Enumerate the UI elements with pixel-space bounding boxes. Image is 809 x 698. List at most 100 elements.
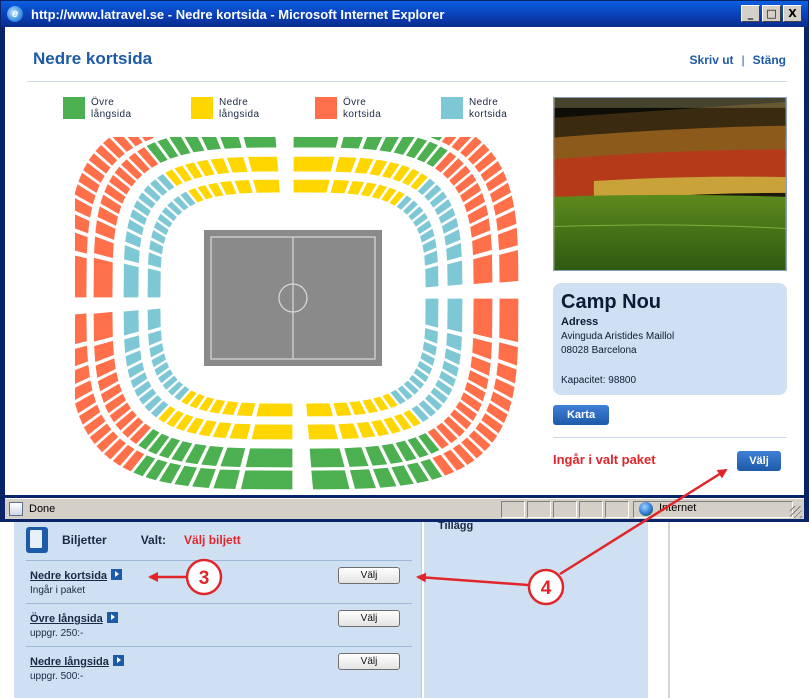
ticket-row: Nedre långsida uppgr. 500:- Välj [26,646,412,688]
popup-content: Nedre kortsida Skriv ut | Stäng Övre lån… [5,27,804,495]
seat-section[interactable] [424,297,440,330]
legend-label: Nedre långsida [219,97,260,120]
legend-item: Övre kortsida [315,97,381,121]
select-ticket-button[interactable]: Välj [338,567,400,584]
legend-swatch [441,97,463,119]
seat-section[interactable] [424,264,440,289]
legend-swatch [315,97,337,119]
seat-section[interactable] [75,253,88,299]
screen: Tillägg Biljetter Valt: Välj biljett Ned… [0,0,809,698]
selected-label: Valt: [140,533,167,547]
stadium-photo [553,97,787,271]
legend-label: Nedre kortsida [469,97,508,120]
window-controls: _ □ X [741,5,802,22]
status-cell [501,501,525,518]
seat-section[interactable] [75,312,89,347]
seat-section[interactable] [92,256,114,299]
zone-cell [633,501,793,518]
seat-section[interactable] [333,155,359,174]
close-button[interactable]: X [783,5,802,22]
address-line: Avinguda Aristides Maillol [561,331,675,342]
globe-icon [639,502,653,516]
seat-section[interactable] [92,310,115,344]
ticket-note: uppgr. 500:- [30,671,84,682]
tickets-heading: Biljetter [62,533,107,547]
seat-section[interactable] [446,297,464,334]
seat-section[interactable] [239,469,294,491]
capacity: Kapacitet: 98800 [561,375,637,386]
stadium-seating-map[interactable] [75,137,535,495]
seat-section[interactable] [254,402,294,418]
status-text: Done [29,503,56,515]
selected-value: Välj biljett [184,533,241,547]
window-title: http://www.latravel.se - Nedre kortsida … [31,6,445,22]
ticket-note: uppgr. 250:- [30,628,84,639]
stadium-info-box: Camp Nou Adress Avinguda Aristides Maill… [553,283,787,395]
legend-item: Övre långsida [63,97,131,121]
seat-section[interactable] [241,137,278,149]
select-ticket-button[interactable]: Välj [338,653,400,670]
legend-label: Övre långsida [91,97,132,120]
map-button[interactable]: Karta [553,405,609,425]
status-cell [579,501,603,518]
seat-section[interactable] [445,258,464,288]
minimize-button[interactable]: _ [741,5,760,22]
seat-section[interactable] [122,262,140,299]
seat-section[interactable] [306,423,340,441]
page-right-border [668,520,670,698]
seat-section[interactable] [244,447,294,469]
seat-section[interactable] [251,178,282,194]
ticket-row: Övre långsida uppgr. 250:- Välj [26,603,412,645]
extras-panel [424,520,648,698]
legend-swatch [191,97,213,119]
arrow-right-icon [112,655,124,666]
ticket-link-ovre-langsida[interactable]: Övre långsida [30,612,118,625]
status-cell [605,501,629,518]
seat-section[interactable] [498,297,520,344]
select-ticket-button[interactable]: Välj [338,610,400,627]
seat-section[interactable] [211,468,242,491]
seat-section[interactable] [227,422,253,441]
arrow-right-icon [111,569,123,580]
seat-section[interactable] [146,307,162,332]
tickets-header: Biljetter Valt: Välj biljett [26,524,410,556]
arrow-right-icon [106,612,118,623]
seat-section[interactable] [310,469,352,491]
seat-section[interactable] [308,447,347,469]
zone-text: Internet [659,502,697,514]
maximize-button[interactable]: □ [762,5,781,22]
seat-section[interactable] [122,308,141,338]
select-button[interactable]: Välj [737,451,781,471]
seat-section[interactable] [246,155,280,173]
close-link[interactable]: Stäng [753,53,786,67]
window-titlebar[interactable]: e http://www.latravel.se - Nedre kortsid… [1,1,808,27]
resize-grip[interactable] [790,506,802,518]
seat-section[interactable] [292,137,341,149]
legend-swatch [63,97,85,119]
seat-section[interactable] [472,297,494,340]
seat-section[interactable] [304,402,335,418]
ticket-link-nedre-langsida[interactable]: Nedre långsida [30,655,124,668]
address-label: Adress [561,316,599,328]
included-text: Ingår i valt paket [553,452,656,467]
seat-section[interactable] [292,155,336,173]
status-bar: Done Internet [5,498,804,519]
print-link[interactable]: Skriv ut [690,53,734,67]
info-divider [553,437,787,438]
legend-item: Nedre långsida [191,97,259,121]
seat-section[interactable] [497,248,520,284]
seat-section[interactable] [146,266,162,299]
seat-section[interactable] [471,252,494,286]
address-line: 08028 Barcelona [561,345,637,356]
status-cell [527,501,551,518]
header-divider [27,81,787,82]
legend-item: Nedre kortsida [441,97,507,121]
link-separator: | [741,53,745,67]
page-icon [9,502,23,516]
seat-section[interactable] [292,178,332,194]
stadium-name: Camp Nou [561,291,661,313]
ticket-link-nedre-kortsida[interactable]: Nedre kortsida [30,569,123,582]
seat-section[interactable] [250,423,294,441]
seat-section[interactable] [348,468,378,491]
ticket-row: Nedre kortsida Ingår i paket Välj [26,560,412,602]
